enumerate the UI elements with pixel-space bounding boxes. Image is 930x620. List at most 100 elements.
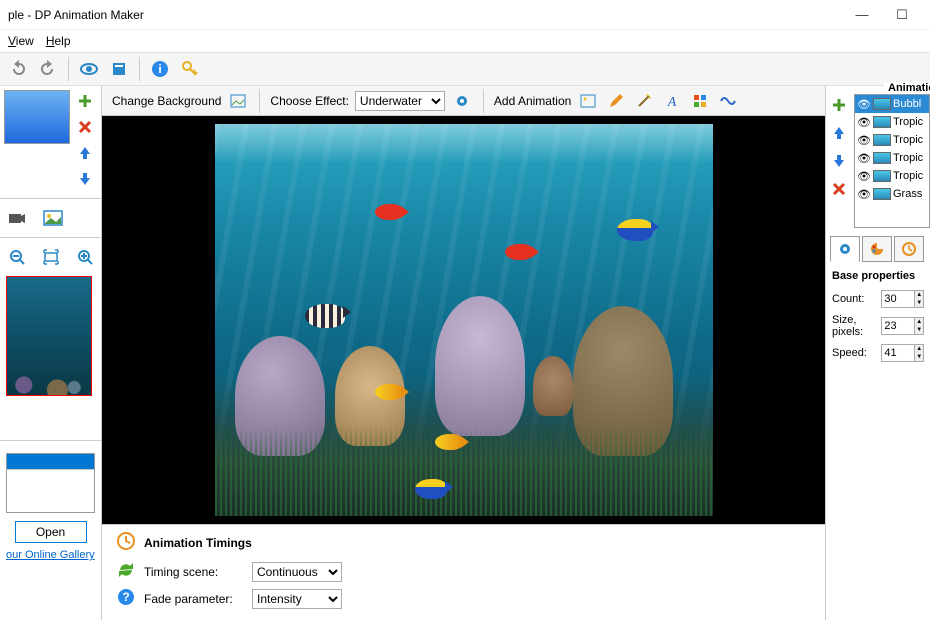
svg-text:i: i: [158, 62, 161, 76]
file-browser[interactable]: [6, 453, 95, 513]
zoom-in-icon[interactable]: [74, 246, 96, 268]
speed-input[interactable]: [881, 344, 915, 362]
base-props-label: Base properties: [832, 270, 924, 282]
menubar: View Help: [0, 30, 930, 52]
add-image-icon[interactable]: [577, 90, 599, 112]
anim-label: Tropic: [893, 134, 923, 146]
anim-item[interactable]: 👁 Tropic: [855, 167, 929, 185]
maximize-button[interactable]: ☐: [882, 4, 922, 26]
fade-param-select[interactable]: Intensity: [252, 589, 342, 609]
change-bg-label: Change Background: [112, 94, 221, 108]
delete-scene-icon[interactable]: [74, 116, 96, 138]
count-input[interactable]: [881, 290, 915, 308]
anim-item[interactable]: 👁 Tropic: [855, 149, 929, 167]
move-up-icon[interactable]: [74, 142, 96, 164]
minimize-button[interactable]: —: [842, 4, 882, 26]
props-tab-timing[interactable]: [894, 236, 924, 262]
size-label: Size, pixels:: [832, 314, 881, 338]
online-gallery-link[interactable]: our Online Gallery: [6, 547, 95, 563]
props-tab-gear[interactable]: [830, 236, 860, 262]
zoom-fit-icon[interactable]: [40, 246, 62, 268]
size-spinner[interactable]: ▲▼: [915, 317, 924, 335]
svg-text:?: ?: [122, 590, 129, 604]
eye-icon[interactable]: 👁: [857, 134, 871, 147]
move-down-icon[interactable]: [74, 168, 96, 190]
refresh-icon: [116, 560, 136, 583]
size-input[interactable]: [881, 317, 915, 335]
svg-text:A: A: [667, 95, 677, 109]
speed-label: Speed:: [832, 347, 881, 359]
preview-icon[interactable]: [75, 55, 103, 83]
eye-icon[interactable]: 👁: [857, 170, 871, 183]
anim-up-icon[interactable]: [828, 122, 850, 144]
separator: [0, 237, 101, 238]
text-icon[interactable]: A: [661, 90, 683, 112]
delete-anim-icon[interactable]: [828, 178, 850, 200]
main-toolbar: i: [0, 52, 930, 86]
anim-swatch: [873, 152, 891, 164]
anim-label: Bubbl: [893, 98, 921, 110]
anim-down-icon[interactable]: [828, 150, 850, 172]
timing-scene-select[interactable]: Continuous: [252, 562, 342, 582]
camera-icon[interactable]: [6, 207, 28, 229]
add-scene-icon[interactable]: [74, 90, 96, 112]
anim-swatch: [873, 170, 891, 182]
anim-label: Tropic: [893, 170, 923, 182]
effect-select[interactable]: Underwater: [355, 91, 445, 111]
menu-view[interactable]: View: [8, 34, 34, 48]
anim-swatch: [873, 134, 891, 146]
timings-header: Animation Timings: [144, 536, 252, 550]
timings-panel: Animation Timings Timing scene: Continuo…: [102, 524, 825, 620]
anim-item[interactable]: 👁 Tropic: [855, 113, 929, 131]
wave-icon[interactable]: [717, 90, 739, 112]
preview-thumbnail[interactable]: [6, 276, 92, 396]
count-spinner[interactable]: ▲▼: [915, 290, 924, 308]
right-panel: Animations 👁Bubbl👁Tropic👁Tropic👁Tropic👁T…: [825, 86, 930, 620]
anim-item[interactable]: 👁 Tropic: [855, 131, 929, 149]
wand-icon[interactable]: [633, 90, 655, 112]
help-icon: ?: [116, 587, 136, 610]
anim-swatch: [873, 98, 891, 110]
change-bg-icon[interactable]: [227, 90, 249, 112]
grid-icon[interactable]: [689, 90, 711, 112]
speed-spinner[interactable]: ▲▼: [915, 344, 924, 362]
titlebar: ple - DP Animation Maker — ☐: [0, 0, 930, 30]
add-anim-icon[interactable]: [828, 94, 850, 116]
anim-item[interactable]: 👁 Bubbl: [855, 95, 929, 113]
eye-icon[interactable]: 👁: [857, 188, 871, 201]
anim-item[interactable]: 👁Grass: [855, 185, 929, 203]
add-anim-label: Add Animation: [494, 94, 571, 108]
timing-scene-label: Timing scene:: [144, 565, 244, 579]
effect-settings-icon[interactable]: [451, 90, 473, 112]
eye-icon[interactable]: 👁: [857, 98, 871, 111]
menu-help[interactable]: Help: [46, 34, 71, 48]
separator: [139, 57, 140, 81]
choose-effect-label: Choose Effect:: [270, 94, 349, 108]
separator: [68, 57, 69, 81]
canvas[interactable]: [102, 116, 825, 524]
eye-icon[interactable]: 👁: [857, 116, 871, 129]
scene-thumb[interactable]: [4, 90, 70, 144]
anim-swatch: [873, 116, 891, 128]
zoom-out-icon[interactable]: [6, 246, 28, 268]
separator: [259, 89, 260, 113]
anim-label: Tropic: [893, 152, 923, 164]
canvas-toolbar: Change Background Choose Effect: Underwa…: [102, 86, 825, 116]
window-title: ple - DP Animation Maker: [8, 8, 842, 22]
anim-label: Tropic: [893, 116, 923, 128]
undo-icon[interactable]: [4, 55, 32, 83]
book-icon[interactable]: [105, 55, 133, 83]
info-icon[interactable]: i: [146, 55, 174, 83]
separator: [0, 198, 101, 199]
animations-list[interactable]: 👁 Bubbl 👁 Tropic 👁 Tropic 👁 Tropic 👁 Tropic 👁Grass: [854, 94, 930, 228]
key-icon[interactable]: [176, 55, 204, 83]
eye-icon[interactable]: 👁: [857, 152, 871, 165]
open-button[interactable]: Open: [15, 521, 87, 543]
redo-icon[interactable]: [34, 55, 62, 83]
picture-icon[interactable]: [42, 207, 64, 229]
pen-icon[interactable]: [605, 90, 627, 112]
count-label: Count:: [832, 293, 881, 305]
fade-param-label: Fade parameter:: [144, 592, 244, 606]
props-tab-palette[interactable]: [862, 236, 892, 262]
separator: [483, 89, 484, 113]
